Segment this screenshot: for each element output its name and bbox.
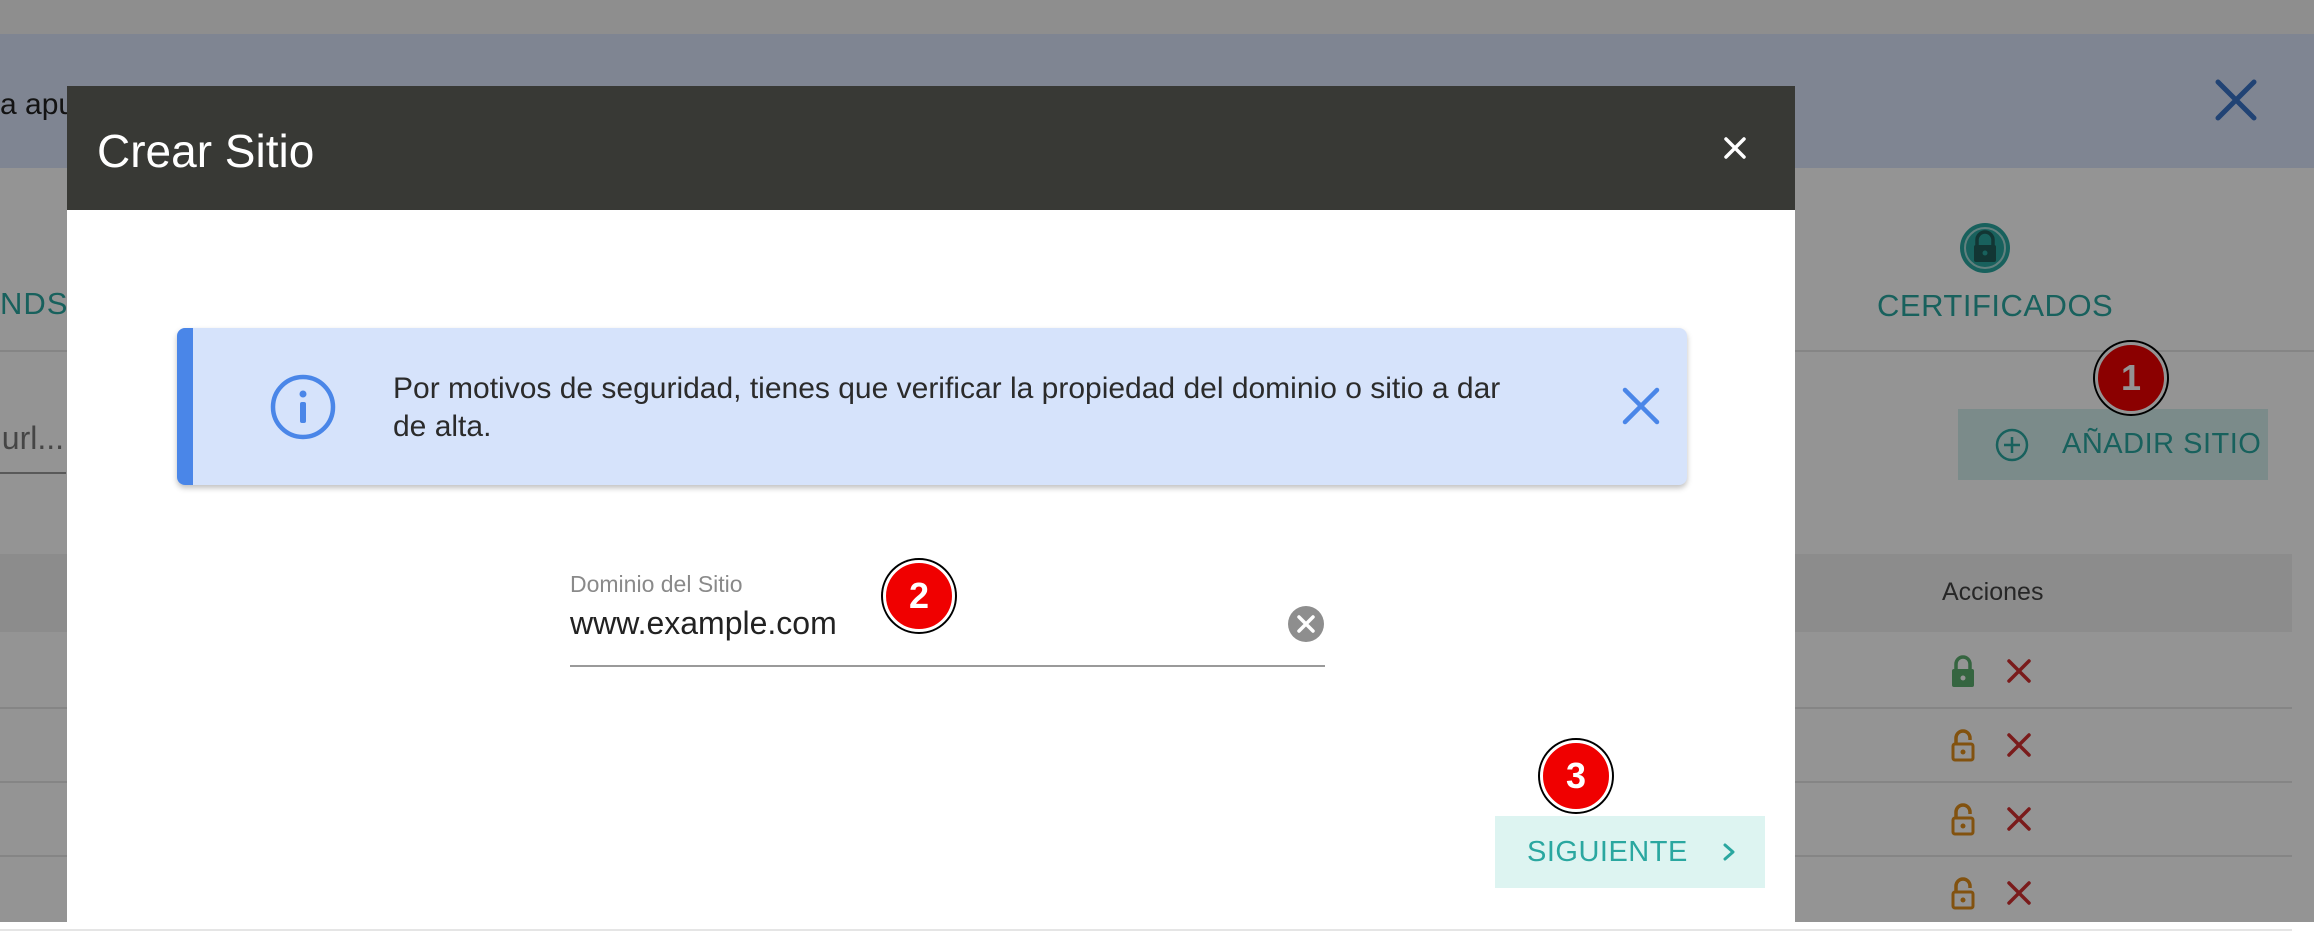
security-info-alert: Por motivos de seguridad, tienes que ver… [177, 328, 1687, 485]
domain-input[interactable]: www.example.com [570, 605, 837, 642]
clear-circle-icon [1288, 606, 1324, 642]
close-icon [1622, 387, 1660, 425]
domain-field-label: Dominio del Sitio [570, 571, 743, 597]
next-button-label: SIGUIENTE [1527, 835, 1688, 868]
next-button[interactable]: SIGUIENTE [1495, 816, 1765, 888]
clear-field-button[interactable] [1287, 605, 1325, 643]
step-marker-2: 2 [883, 560, 955, 632]
dialog-close-button[interactable] [1719, 132, 1751, 164]
close-icon [1724, 137, 1746, 159]
alert-accent-bar [177, 328, 193, 485]
chevron-right-icon [1723, 843, 1735, 861]
domain-field-underline [570, 665, 1325, 667]
dialog-title: Crear Sitio [97, 125, 315, 177]
info-icon [270, 374, 336, 440]
create-site-dialog: Crear Sitio Por motivos de seguridad, ti… [67, 86, 1795, 922]
alert-message: Por motivos de seguridad, tienes que ver… [393, 372, 1501, 443]
step-marker-3: 3 [1540, 740, 1612, 812]
dialog-header: Crear Sitio [67, 86, 1795, 210]
alert-close-button[interactable] [1619, 384, 1663, 428]
